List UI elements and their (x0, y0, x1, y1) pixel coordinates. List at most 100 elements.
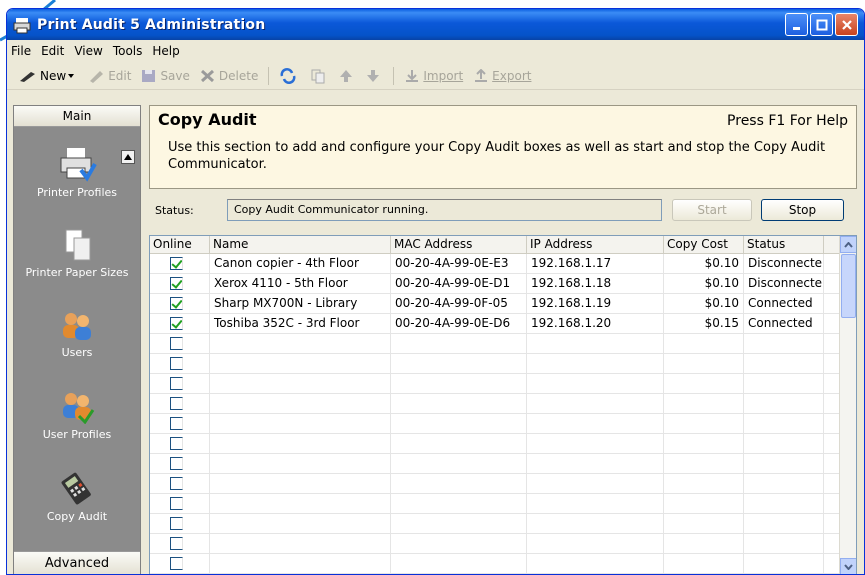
empty-cell[interactable] (391, 474, 527, 493)
empty-cell[interactable] (664, 414, 744, 433)
online-checkbox[interactable] (170, 257, 183, 270)
table-row-empty[interactable] (150, 354, 856, 374)
empty-cell[interactable] (391, 454, 527, 473)
empty-cell[interactable] (527, 434, 664, 453)
export-button[interactable]: Export (473, 68, 531, 83)
start-button[interactable]: Start (672, 199, 752, 221)
empty-cell[interactable] (210, 474, 391, 493)
empty-cell[interactable] (210, 334, 391, 353)
online-checkbox[interactable] (170, 337, 183, 350)
scroll-up-button[interactable] (840, 236, 856, 253)
table-row-empty[interactable] (150, 414, 856, 434)
empty-cell[interactable] (527, 374, 664, 393)
empty-cell[interactable] (210, 354, 391, 373)
empty-cell[interactable] (391, 494, 527, 513)
empty-cell[interactable] (664, 494, 744, 513)
column-header-status[interactable]: Status (744, 236, 824, 253)
maximize-button[interactable] (810, 13, 833, 36)
online-checkbox[interactable] (170, 297, 183, 310)
empty-cell[interactable] (210, 514, 391, 533)
online-checkbox[interactable] (170, 317, 183, 330)
import-button[interactable]: Import (404, 69, 463, 83)
move-up-button[interactable] (339, 69, 356, 83)
empty-cell[interactable] (527, 554, 664, 573)
table-row-empty[interactable] (150, 474, 856, 494)
empty-cell[interactable] (391, 354, 527, 373)
empty-cell[interactable] (744, 474, 824, 493)
online-checkbox[interactable] (170, 437, 183, 450)
table-row-empty[interactable] (150, 374, 856, 394)
empty-cell[interactable] (391, 554, 527, 573)
empty-cell[interactable] (744, 554, 824, 573)
empty-cell[interactable] (664, 454, 744, 473)
new-button[interactable]: New (19, 69, 79, 83)
table-row[interactable]: Toshiba 352C - 3rd Floor 00-20-4A-99-0E-D… (150, 314, 856, 334)
empty-cell[interactable] (527, 334, 664, 353)
menu-view[interactable]: View (74, 44, 102, 58)
online-checkbox[interactable] (170, 537, 183, 550)
empty-cell[interactable] (744, 374, 824, 393)
online-checkbox[interactable] (170, 357, 183, 370)
empty-cell[interactable] (210, 414, 391, 433)
empty-cell[interactable] (210, 394, 391, 413)
empty-cell[interactable] (664, 434, 744, 453)
online-checkbox[interactable] (170, 397, 183, 410)
empty-cell[interactable] (744, 354, 824, 373)
online-checkbox[interactable] (170, 517, 183, 530)
empty-cell[interactable] (527, 494, 664, 513)
empty-cell[interactable] (664, 374, 744, 393)
empty-cell[interactable] (210, 454, 391, 473)
nav-section-main[interactable]: Main (14, 106, 140, 127)
column-header-ip[interactable]: IP Address (527, 236, 664, 253)
empty-cell[interactable] (391, 434, 527, 453)
empty-cell[interactable] (527, 514, 664, 533)
title-bar[interactable]: Print Audit 5 Administration (7, 9, 864, 40)
empty-cell[interactable] (664, 534, 744, 553)
table-row-empty[interactable] (150, 334, 856, 354)
empty-cell[interactable] (744, 534, 824, 553)
online-checkbox[interactable] (170, 417, 183, 430)
empty-cell[interactable] (744, 434, 824, 453)
move-down-button[interactable] (366, 69, 383, 83)
column-header-online[interactable]: Online (150, 236, 210, 253)
table-scrollbar[interactable] (839, 236, 856, 574)
empty-cell[interactable] (527, 534, 664, 553)
online-checkbox[interactable] (170, 557, 183, 570)
empty-cell[interactable] (744, 334, 824, 353)
empty-cell[interactable] (744, 514, 824, 533)
minimize-button[interactable] (785, 13, 808, 36)
online-checkbox[interactable] (170, 277, 183, 290)
scroll-down-button[interactable] (840, 558, 856, 574)
save-button[interactable]: Save (141, 69, 190, 83)
column-header-mac[interactable]: MAC Address (391, 236, 527, 253)
empty-cell[interactable] (744, 414, 824, 433)
empty-cell[interactable] (391, 534, 527, 553)
scroll-thumb[interactable] (841, 254, 856, 318)
column-header-copy-cost[interactable]: Copy Cost (664, 236, 744, 253)
empty-cell[interactable] (744, 394, 824, 413)
menu-tools[interactable]: Tools (113, 44, 143, 58)
table-row-empty[interactable] (150, 554, 856, 574)
copy-button[interactable] (310, 68, 329, 84)
column-header-name[interactable]: Name (210, 236, 391, 253)
nav-section-advanced[interactable]: Advanced (14, 551, 140, 574)
empty-cell[interactable] (210, 434, 391, 453)
table-row-empty[interactable] (150, 394, 856, 414)
empty-cell[interactable] (210, 494, 391, 513)
empty-cell[interactable] (664, 354, 744, 373)
sidebar-item-printer-paper-sizes[interactable]: Printer Paper Sizes (14, 228, 140, 279)
empty-cell[interactable] (664, 334, 744, 353)
close-button[interactable] (835, 13, 858, 36)
empty-cell[interactable] (391, 334, 527, 353)
table-row-empty[interactable] (150, 534, 856, 554)
empty-cell[interactable] (664, 394, 744, 413)
empty-cell[interactable] (664, 514, 744, 533)
table-row-empty[interactable] (150, 494, 856, 514)
online-checkbox[interactable] (170, 477, 183, 490)
table-row-empty[interactable] (150, 514, 856, 534)
empty-cell[interactable] (744, 494, 824, 513)
table-row[interactable]: Canon copier - 4th Floor 00-20-4A-99-0E-E… (150, 254, 856, 274)
stop-button[interactable]: Stop (761, 199, 844, 221)
table-row[interactable]: Sharp MX700N - Library 00-20-4A-99-0F-05 1… (150, 294, 856, 314)
online-checkbox[interactable] (170, 457, 183, 470)
